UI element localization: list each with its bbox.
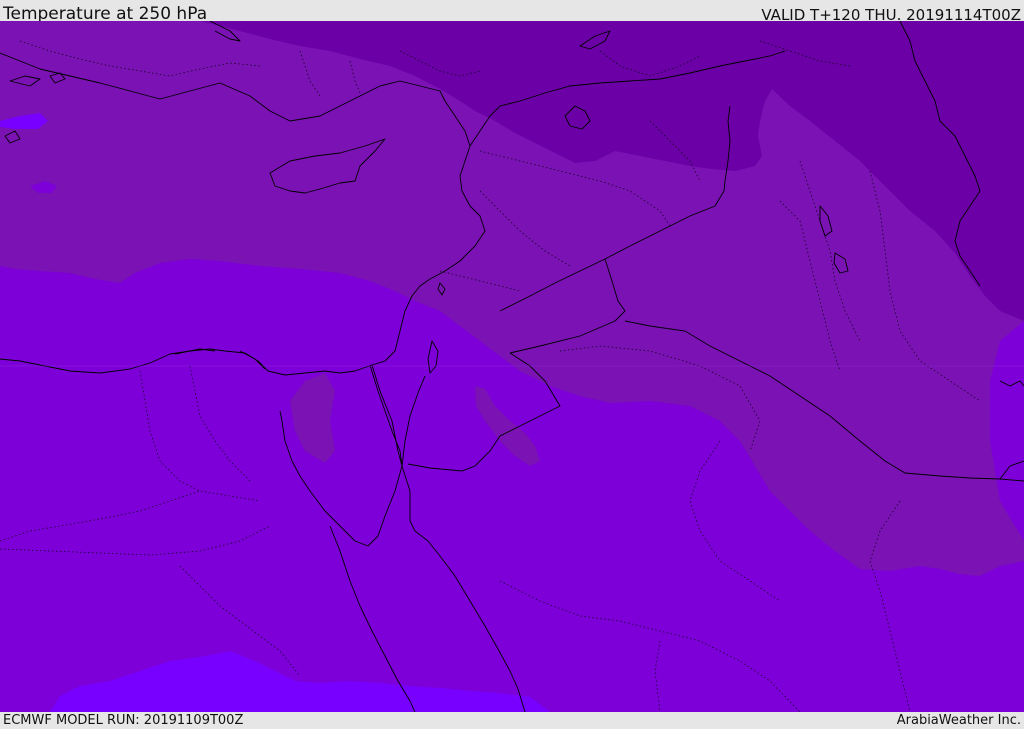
- model-run-label: ECMWF MODEL RUN: 20191109T00Z: [3, 713, 244, 728]
- footer-bar: ECMWF MODEL RUN: 20191109T00Z ArabiaWeat…: [0, 712, 1024, 729]
- temperature-map[interactable]: [0, 21, 1024, 712]
- map-canvas: [0, 21, 1024, 712]
- credit-label: ArabiaWeather Inc.: [896, 713, 1021, 728]
- header-bar: Temperature at 250 hPa VALID T+120 THU. …: [0, 0, 1024, 24]
